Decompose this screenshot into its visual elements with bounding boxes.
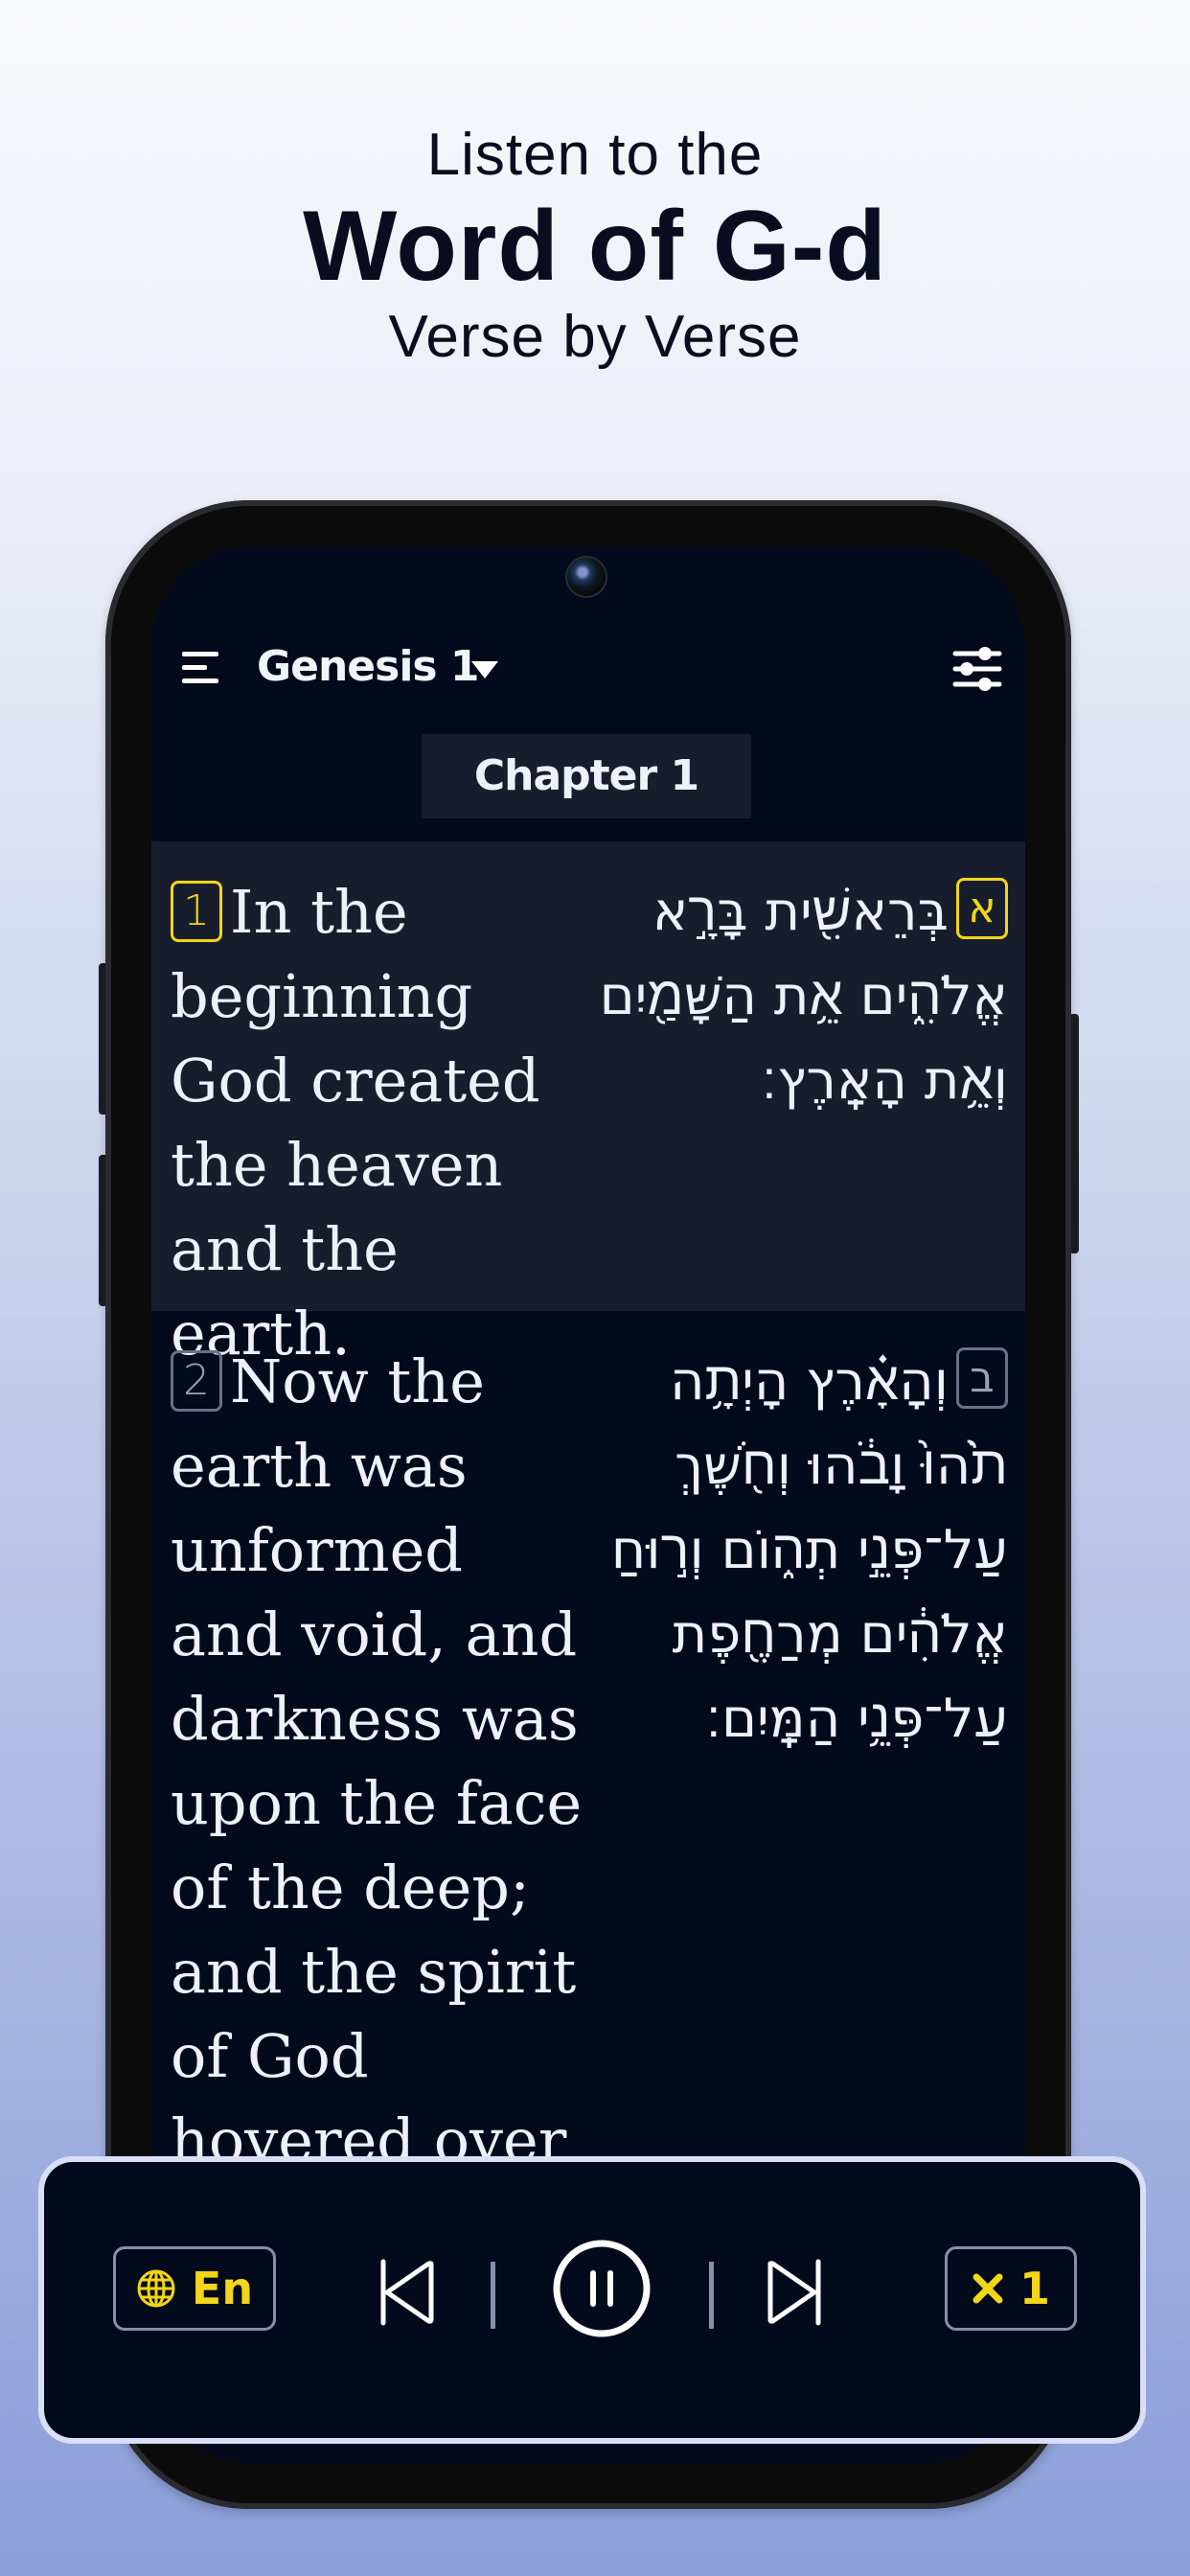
playback-speed-button[interactable]: 1 bbox=[945, 2246, 1077, 2331]
app-toolbar: Genesis 1 bbox=[151, 623, 1025, 719]
caret-down-icon[interactable] bbox=[471, 661, 498, 678]
headline-line-3: Verse by Verse bbox=[388, 304, 802, 370]
chapter-label[interactable]: Chapter 1 bbox=[422, 734, 751, 818]
verse-number-badge: 2 bbox=[171, 1350, 222, 1412]
verse-hebrew-text: וְהָאָ֗רֶץ הָיְתָ֥ה תֹ֙הוּ֙ וָבֹ֔הוּ וְח… bbox=[610, 1350, 1008, 1750]
language-label: En bbox=[191, 2263, 254, 2314]
language-button[interactable]: En bbox=[113, 2246, 276, 2331]
skip-next-icon[interactable] bbox=[765, 2258, 824, 2327]
verse-english-text: In the beginning God created the heaven … bbox=[171, 877, 540, 1368]
headline-line-1: Listen to the bbox=[426, 122, 764, 188]
book-selector[interactable]: Genesis 1 bbox=[257, 638, 480, 696]
verse-hebrew-text: בְּרֵאשִׁ֖ית בָּרָ֣א אֱלֹהִ֑ים אֵ֥ת הַשָ… bbox=[599, 881, 1008, 1112]
multiply-icon bbox=[973, 2273, 1003, 2304]
verse-row-active[interactable]: 1 In the beginning God created the heaven… bbox=[151, 841, 1025, 1368]
sliders-icon[interactable] bbox=[952, 646, 1002, 692]
headline-line-2: Word of G-d bbox=[303, 191, 887, 302]
control-divider bbox=[709, 2262, 714, 2329]
pause-circle-icon[interactable] bbox=[552, 2239, 652, 2338]
verse-english: 2 Now the earth was unformed and void, an… bbox=[171, 1340, 583, 2183]
playback-speed-value: 1 bbox=[1018, 2263, 1050, 2314]
globe-icon bbox=[137, 2269, 175, 2308]
verse-hebrew: אבְּרֵאשִׁ֖ית בָּרָ֣א אֱלֹהִ֑ים אֵ֥ת הַש… bbox=[596, 870, 1008, 1123]
verse-hebrew-number-badge: ב bbox=[956, 1347, 1008, 1409]
control-divider bbox=[491, 2262, 495, 2329]
hamburger-menu-icon[interactable] bbox=[182, 652, 220, 684]
verse-english-text: Now the earth was unformed and void, and… bbox=[171, 1346, 583, 2175]
verse-hebrew-number-badge: א bbox=[956, 878, 1008, 939]
front-camera-icon bbox=[565, 556, 607, 598]
verse-number-badge: 1 bbox=[171, 881, 222, 942]
audio-player-bar: En 1 bbox=[38, 2156, 1146, 2444]
verse-hebrew: בוְהָאָ֗רֶץ הָיְתָ֥ה תֹ֙הוּ֙ וָבֹ֔הוּ וְ… bbox=[596, 1340, 1008, 1761]
promo-headline: Listen to the Word of G-d Verse by Verse bbox=[0, 115, 1190, 378]
verse-english: 1 In the beginning God created the heaven… bbox=[171, 870, 583, 1376]
skip-previous-icon[interactable] bbox=[378, 2258, 437, 2327]
